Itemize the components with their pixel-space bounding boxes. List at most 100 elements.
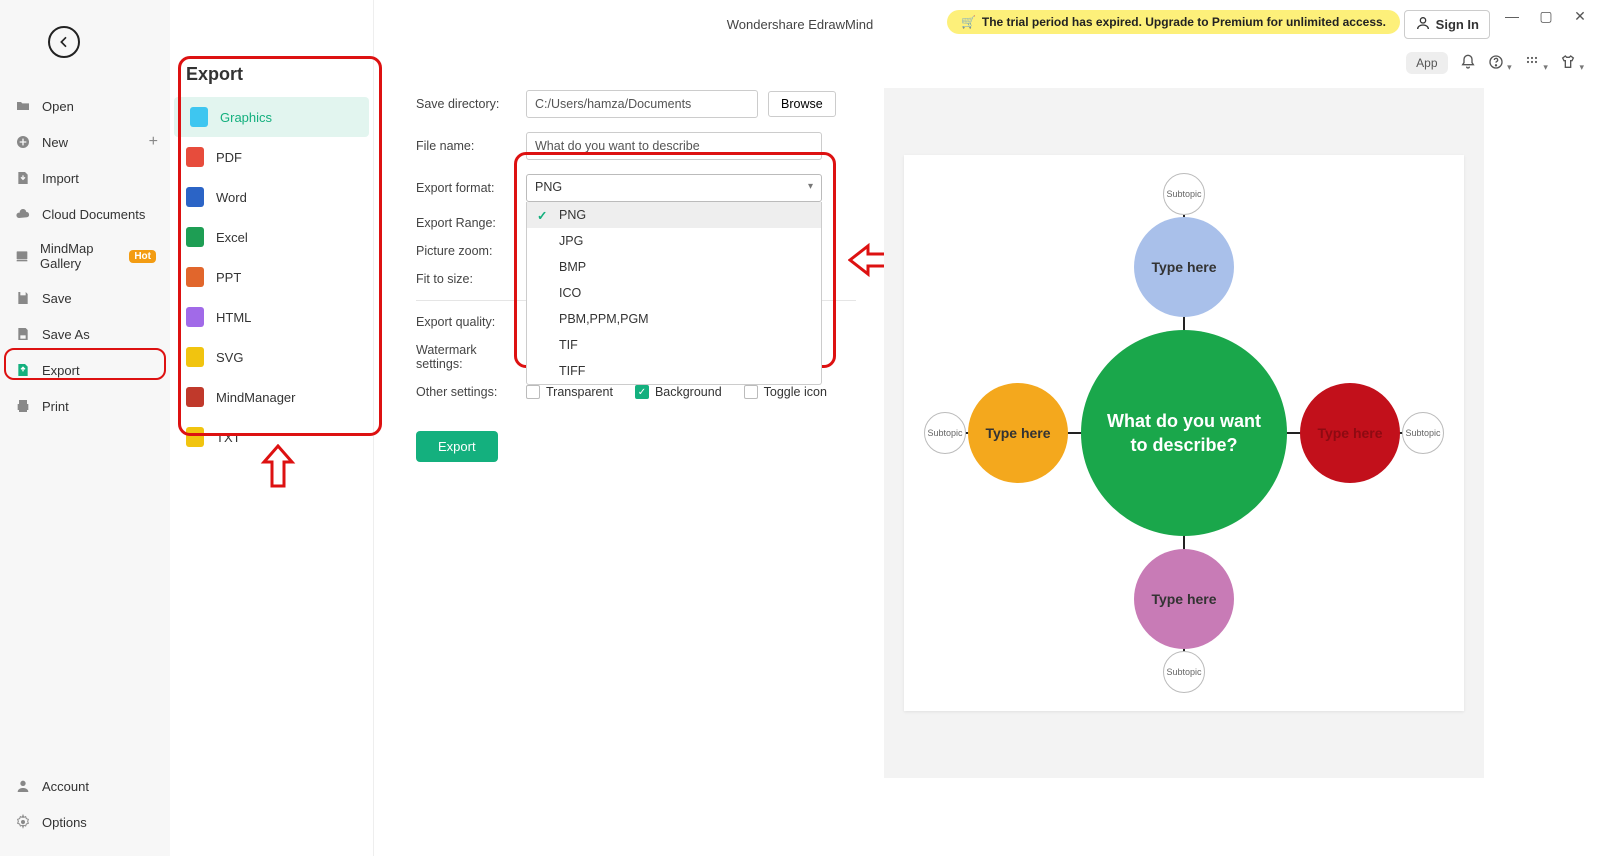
browse-button[interactable]: Browse (768, 91, 836, 117)
format-option-ico[interactable]: ICO (527, 280, 821, 306)
subtopic-bottom[interactable]: Subtopic (1163, 651, 1205, 693)
export-quality-label: Export quality: (416, 315, 526, 329)
file-menu: Open New + Import Cloud Documents MindMa… (0, 0, 170, 856)
toggle-icon-label: Toggle icon (764, 385, 827, 399)
background-checkbox[interactable]: ✓Background (635, 385, 722, 399)
export-type-ppt[interactable]: PPT (170, 257, 373, 297)
menu-gallery-label: MindMap Gallery (40, 241, 119, 271)
toggle-icon-checkbox[interactable]: Toggle icon (744, 385, 827, 399)
menu-new[interactable]: New + (0, 124, 170, 160)
plus-circle-icon (14, 133, 32, 151)
export-type-mindmanager[interactable]: MindManager (170, 377, 373, 417)
help-icon[interactable]: ▾ (1488, 54, 1512, 73)
export-type-word[interactable]: Word (170, 177, 373, 217)
subtopic-top[interactable]: Subtopic (1163, 173, 1205, 215)
branch-bottom[interactable]: Type here (1134, 549, 1234, 649)
plus-icon[interactable]: + (149, 133, 158, 151)
export-button[interactable]: Export (416, 431, 498, 462)
background-label: Background (655, 385, 722, 399)
menu-saveas[interactable]: Save As (0, 316, 170, 352)
bell-icon[interactable] (1460, 54, 1476, 73)
graphics-file-icon (190, 107, 208, 127)
format-option-pbm[interactable]: PBM,PPM,PGM (527, 306, 821, 332)
transparent-label: Transparent (546, 385, 613, 399)
minimize-button[interactable]: — (1500, 8, 1524, 25)
format-option-jpg[interactable]: JPG (527, 228, 821, 254)
format-option-bmp[interactable]: BMP (527, 254, 821, 280)
export-type-html[interactable]: HTML (170, 297, 373, 337)
menu-options[interactable]: Options (0, 804, 170, 840)
cloud-icon (14, 205, 32, 223)
file-name-label: File name: (416, 139, 526, 153)
export-format-label: Export format: (416, 181, 526, 195)
format-dropdown: PNG JPG BMP ICO PBM,PPM,PGM TIF TIFF (526, 202, 822, 385)
menu-options-label: Options (42, 815, 87, 830)
export-range-label: Export Range: (416, 216, 526, 230)
file-name-input[interactable] (526, 132, 822, 160)
export-type-excel-label: Excel (216, 230, 248, 245)
format-option-tiff[interactable]: TIFF (527, 358, 821, 384)
print-icon (14, 397, 32, 415)
html-file-icon (186, 307, 204, 327)
fit-size-label: Fit to size: (416, 272, 526, 286)
export-type-panel: Export Graphics PDF Word Excel PPT HTML … (170, 0, 374, 856)
shirt-icon[interactable]: ▾ (1560, 54, 1584, 73)
export-type-excel[interactable]: Excel (170, 217, 373, 257)
export-type-pdf-label: PDF (216, 150, 242, 165)
picture-zoom-label: Picture zoom: (416, 244, 526, 258)
branch-right[interactable]: Type here (1300, 383, 1400, 483)
menu-import-label: Import (42, 171, 79, 186)
export-type-txt[interactable]: TXT (170, 417, 373, 457)
export-type-svg[interactable]: SVG (170, 337, 373, 377)
menu-import[interactable]: Import (0, 160, 170, 196)
word-file-icon (186, 187, 204, 207)
menu-export-label: Export (42, 363, 80, 378)
txt-file-icon (186, 427, 204, 447)
subtopic-right[interactable]: Subtopic (1402, 412, 1444, 454)
menu-cloud[interactable]: Cloud Documents (0, 196, 170, 232)
other-settings-label: Other settings: (416, 385, 526, 399)
menu-export[interactable]: Export (0, 352, 170, 388)
export-type-txt-label: TXT (216, 430, 241, 445)
app-title: Wondershare EdrawMind (727, 17, 873, 32)
account-icon (14, 777, 32, 795)
preview-panel: What do you want to describe? Type here … (884, 88, 1484, 778)
menu-save[interactable]: Save (0, 280, 170, 316)
apps-grid-icon[interactable]: ▾ (1524, 54, 1548, 73)
transparent-checkbox[interactable]: Transparent (526, 385, 613, 399)
subtopic-left[interactable]: Subtopic (924, 412, 966, 454)
user-icon (1415, 15, 1431, 34)
gallery-icon (14, 247, 30, 265)
import-icon (14, 169, 32, 187)
mindmanager-file-icon (186, 387, 204, 407)
folder-icon (14, 97, 32, 115)
branch-top[interactable]: Type here (1134, 217, 1234, 317)
signin-button[interactable]: Sign In (1404, 10, 1490, 39)
close-button[interactable]: ✕ (1568, 8, 1592, 25)
mindmap-preview: What do you want to describe? Type here … (904, 155, 1464, 711)
format-option-png[interactable]: PNG (527, 202, 821, 228)
export-format-value: PNG (535, 180, 562, 194)
trial-banner-text: The trial period has expired. Upgrade to… (982, 15, 1386, 29)
export-type-pdf[interactable]: PDF (170, 137, 373, 177)
back-button[interactable] (48, 26, 80, 58)
saveas-icon (14, 325, 32, 343)
branch-left[interactable]: Type here (968, 383, 1068, 483)
trial-banner[interactable]: 🛒 The trial period has expired. Upgrade … (947, 10, 1400, 34)
cart-icon: 🛒 (961, 15, 976, 29)
export-form: Save directory: Browse File name: Export… (416, 90, 856, 462)
maximize-button[interactable]: ▢ (1534, 8, 1558, 25)
menu-open-label: Open (42, 99, 74, 114)
menu-cloud-label: Cloud Documents (42, 207, 145, 222)
format-option-tif[interactable]: TIF (527, 332, 821, 358)
save-dir-input[interactable] (526, 90, 758, 118)
export-type-graphics[interactable]: Graphics (174, 97, 369, 137)
center-topic[interactable]: What do you want to describe? (1081, 330, 1287, 536)
export-format-select[interactable]: PNG ▾ PNG JPG BMP ICO PBM,PPM,PGM TIF TI… (526, 174, 822, 202)
menu-account[interactable]: Account (0, 768, 170, 804)
menu-gallery[interactable]: MindMap Gallery Hot (0, 232, 170, 280)
app-pill[interactable]: App (1406, 52, 1447, 74)
menu-print[interactable]: Print (0, 388, 170, 424)
export-type-mindmanager-label: MindManager (216, 390, 296, 405)
menu-open[interactable]: Open (0, 88, 170, 124)
